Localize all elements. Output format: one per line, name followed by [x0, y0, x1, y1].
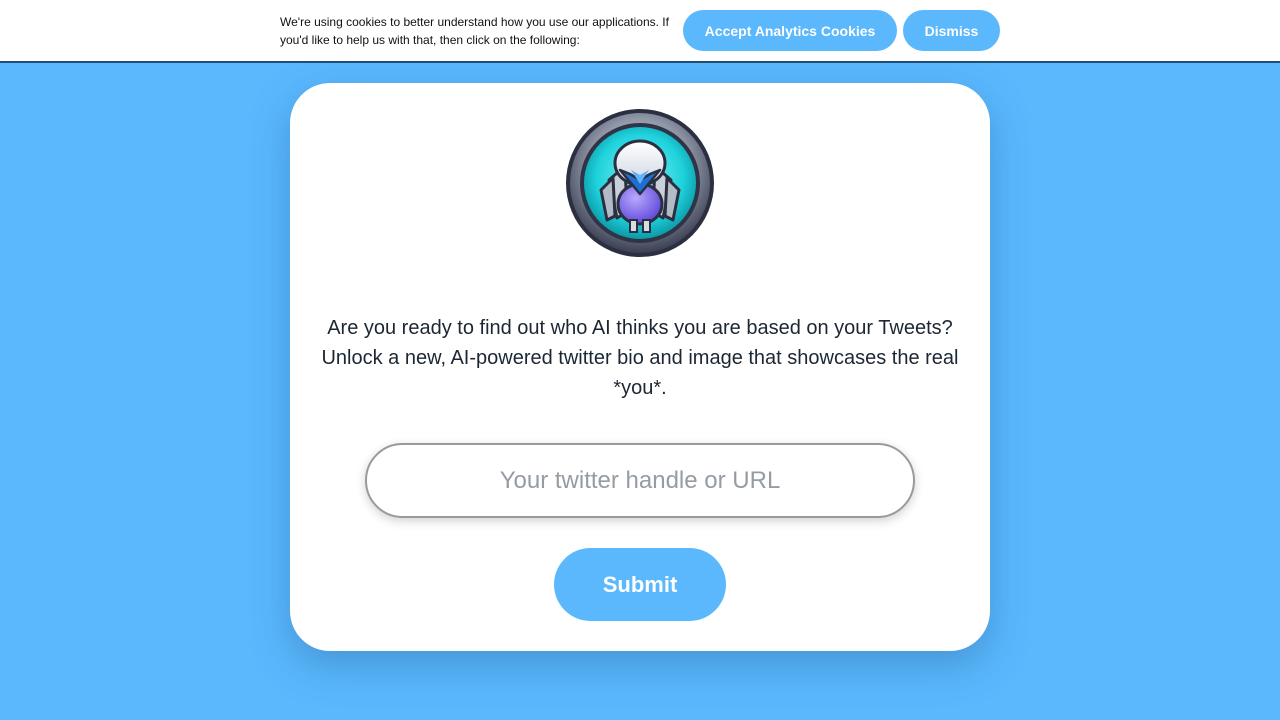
dismiss-button[interactable]: Dismiss: [903, 10, 1000, 51]
robot-avatar-icon: [565, 108, 715, 258]
main-card: Are you ready to find out who AI thinks …: [290, 83, 990, 651]
tagline-text: Are you ready to find out who AI thinks …: [321, 317, 959, 399]
cookie-banner: We're using cookies to better understand…: [0, 0, 1280, 63]
accept-analytics-cookies-button[interactable]: Accept Analytics Cookies: [683, 10, 897, 51]
cookie-message: We're using cookies to better understand…: [280, 15, 669, 47]
submit-button[interactable]: Submit: [554, 548, 726, 621]
twitter-handle-input[interactable]: [365, 443, 915, 518]
